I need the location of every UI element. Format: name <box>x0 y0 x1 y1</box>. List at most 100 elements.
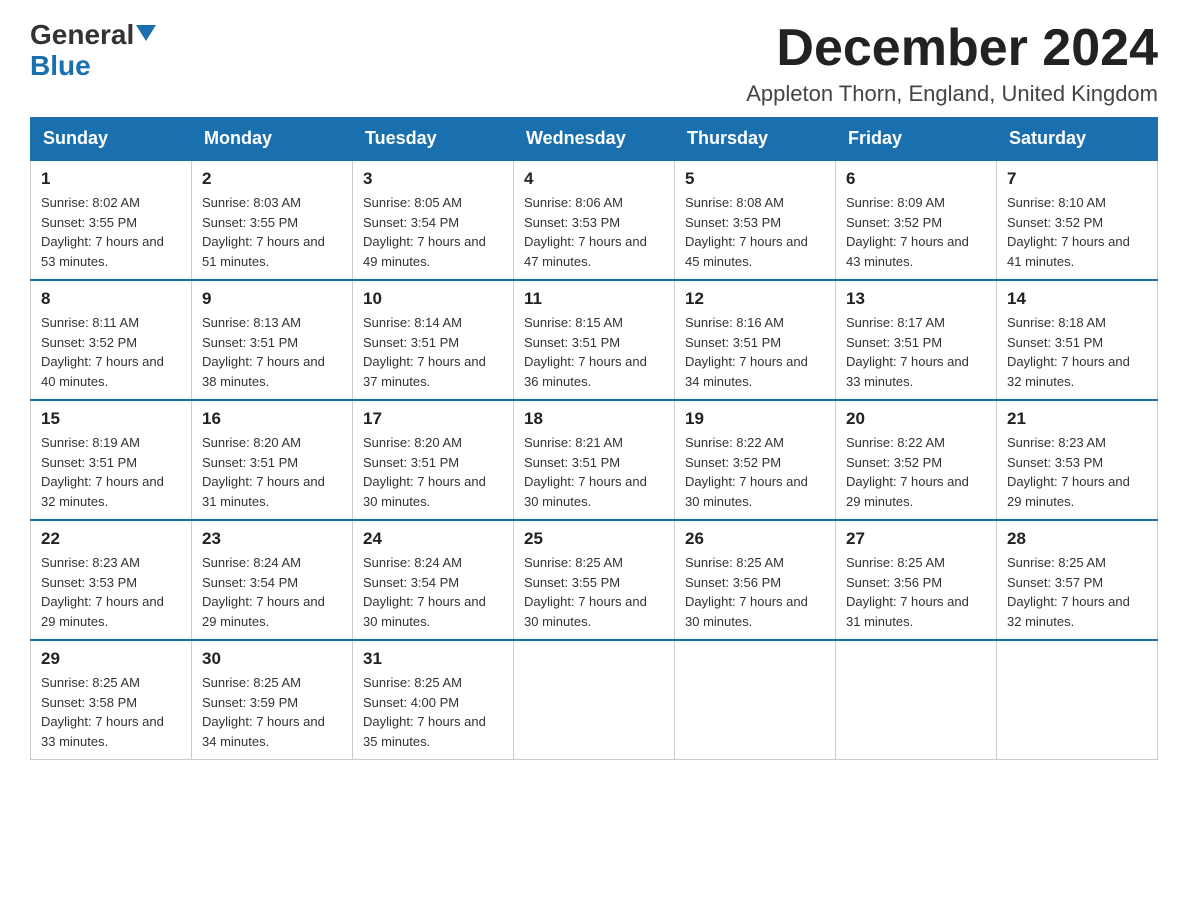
day-cell-3: 3Sunrise: 8:05 AMSunset: 3:54 PMDaylight… <box>353 160 514 280</box>
day-info-10: Sunrise: 8:14 AMSunset: 3:51 PMDaylight:… <box>363 313 503 391</box>
empty-cell-week5-day5 <box>836 640 997 760</box>
weekday-header-tuesday: Tuesday <box>353 118 514 161</box>
day-number-6: 6 <box>846 169 986 189</box>
day-number-22: 22 <box>41 529 181 549</box>
day-cell-21: 21 Sunrise: 8:23 AMSunset: 3:53 PMDayligh… <box>997 400 1158 520</box>
day-number-20: 20 <box>846 409 986 429</box>
day-number-23: 23 <box>202 529 342 549</box>
day-cell-18: 18Sunrise: 8:21 AMSunset: 3:51 PMDayligh… <box>514 400 675 520</box>
day-number-9: 9 <box>202 289 342 309</box>
day-number-14: 14 <box>1007 289 1147 309</box>
calendar-table: SundayMondayTuesdayWednesdayThursdayFrid… <box>30 117 1158 760</box>
day-info-3: Sunrise: 8:05 AMSunset: 3:54 PMDaylight:… <box>363 193 503 271</box>
day-cell-19: 19Sunrise: 8:22 AMSunset: 3:52 PMDayligh… <box>675 400 836 520</box>
weekday-header-row: SundayMondayTuesdayWednesdayThursdayFrid… <box>31 118 1158 161</box>
day-info-28: Sunrise: 8:25 AMSunset: 3:57 PMDaylight:… <box>1007 553 1147 631</box>
day-number-28: 28 <box>1007 529 1147 549</box>
day-cell-20: 20 Sunrise: 8:22 AMSunset: 3:52 PMDayligh… <box>836 400 997 520</box>
day-cell-29: 29Sunrise: 8:25 AMSunset: 3:58 PMDayligh… <box>31 640 192 760</box>
logo-general: General <box>30 19 134 50</box>
day-info-11: Sunrise: 8:15 AMSunset: 3:51 PMDaylight:… <box>524 313 664 391</box>
location: Appleton Thorn, England, United Kingdom <box>746 81 1158 107</box>
day-info-22: Sunrise: 8:23 AMSunset: 3:53 PMDaylight:… <box>41 553 181 631</box>
day-cell-6: 6Sunrise: 8:09 AMSunset: 3:52 PMDaylight… <box>836 160 997 280</box>
day-number-24: 24 <box>363 529 503 549</box>
logo-triangle-icon <box>136 25 156 41</box>
logo-text: General Blue <box>30 20 156 82</box>
day-cell-25: 25Sunrise: 8:25 AMSunset: 3:55 PMDayligh… <box>514 520 675 640</box>
day-info-27: Sunrise: 8:25 AMSunset: 3:56 PMDaylight:… <box>846 553 986 631</box>
day-number-21: 21 <box>1007 409 1147 429</box>
day-number-30: 30 <box>202 649 342 669</box>
weekday-header-saturday: Saturday <box>997 118 1158 161</box>
weekday-header-monday: Monday <box>192 118 353 161</box>
week-row-3: 15 Sunrise: 8:19 AMSunset: 3:51 PMDayligh… <box>31 400 1158 520</box>
day-cell-17: 17 Sunrise: 8:20 AMSunset: 3:51 PMDayligh… <box>353 400 514 520</box>
week-row-5: 29Sunrise: 8:25 AMSunset: 3:58 PMDayligh… <box>31 640 1158 760</box>
day-number-17: 17 <box>363 409 503 429</box>
day-info-20: Sunrise: 8:22 AMSunset: 3:52 PMDaylight:… <box>846 433 986 511</box>
day-info-16: Sunrise: 8:20 AMSunset: 3:51 PMDaylight:… <box>202 433 342 511</box>
weekday-header-friday: Friday <box>836 118 997 161</box>
day-number-18: 18 <box>524 409 664 429</box>
weekday-header-wednesday: Wednesday <box>514 118 675 161</box>
weekday-header-thursday: Thursday <box>675 118 836 161</box>
day-number-4: 4 <box>524 169 664 189</box>
day-cell-24: 24Sunrise: 8:24 AMSunset: 3:54 PMDayligh… <box>353 520 514 640</box>
week-row-1: 1 Sunrise: 8:02 AMSunset: 3:55 PMDaylight… <box>31 160 1158 280</box>
day-info-7: Sunrise: 8:10 AMSunset: 3:52 PMDaylight:… <box>1007 193 1147 271</box>
logo: General Blue <box>30 20 156 82</box>
day-cell-7: 7 Sunrise: 8:10 AMSunset: 3:52 PMDaylight… <box>997 160 1158 280</box>
day-cell-31: 31Sunrise: 8:25 AMSunset: 4:00 PMDayligh… <box>353 640 514 760</box>
day-number-2: 2 <box>202 169 342 189</box>
day-number-26: 26 <box>685 529 825 549</box>
weekday-header-sunday: Sunday <box>31 118 192 161</box>
day-info-1: Sunrise: 8:02 AMSunset: 3:55 PMDaylight:… <box>41 193 181 271</box>
day-cell-5: 5Sunrise: 8:08 AMSunset: 3:53 PMDaylight… <box>675 160 836 280</box>
day-cell-11: 11 Sunrise: 8:15 AMSunset: 3:51 PMDayligh… <box>514 280 675 400</box>
day-number-1: 1 <box>41 169 181 189</box>
day-number-15: 15 <box>41 409 181 429</box>
day-cell-14: 14 Sunrise: 8:18 AMSunset: 3:51 PMDayligh… <box>997 280 1158 400</box>
day-info-13: Sunrise: 8:17 AMSunset: 3:51 PMDaylight:… <box>846 313 986 391</box>
day-cell-27: 27 Sunrise: 8:25 AMSunset: 3:56 PMDayligh… <box>836 520 997 640</box>
day-cell-8: 8Sunrise: 8:11 AMSunset: 3:52 PMDaylight… <box>31 280 192 400</box>
day-cell-28: 28 Sunrise: 8:25 AMSunset: 3:57 PMDayligh… <box>997 520 1158 640</box>
day-cell-4: 4 Sunrise: 8:06 AMSunset: 3:53 PMDaylight… <box>514 160 675 280</box>
day-number-11: 11 <box>524 289 664 309</box>
empty-cell-week5-day3 <box>514 640 675 760</box>
day-info-12: Sunrise: 8:16 AMSunset: 3:51 PMDaylight:… <box>685 313 825 391</box>
month-title: December 2024 <box>746 20 1158 77</box>
day-info-2: Sunrise: 8:03 AMSunset: 3:55 PMDaylight:… <box>202 193 342 271</box>
day-cell-30: 30Sunrise: 8:25 AMSunset: 3:59 PMDayligh… <box>192 640 353 760</box>
day-number-12: 12 <box>685 289 825 309</box>
day-number-7: 7 <box>1007 169 1147 189</box>
day-info-26: Sunrise: 8:25 AMSunset: 3:56 PMDaylight:… <box>685 553 825 631</box>
day-cell-16: 16 Sunrise: 8:20 AMSunset: 3:51 PMDayligh… <box>192 400 353 520</box>
day-info-21: Sunrise: 8:23 AMSunset: 3:53 PMDaylight:… <box>1007 433 1147 511</box>
empty-cell-week5-day6 <box>997 640 1158 760</box>
day-cell-22: 22 Sunrise: 8:23 AMSunset: 3:53 PMDayligh… <box>31 520 192 640</box>
title-section: December 2024 Appleton Thorn, England, U… <box>746 20 1158 107</box>
day-info-17: Sunrise: 8:20 AMSunset: 3:51 PMDaylight:… <box>363 433 503 511</box>
day-number-19: 19 <box>685 409 825 429</box>
day-info-4: Sunrise: 8:06 AMSunset: 3:53 PMDaylight:… <box>524 193 664 271</box>
day-number-16: 16 <box>202 409 342 429</box>
day-cell-26: 26 Sunrise: 8:25 AMSunset: 3:56 PMDayligh… <box>675 520 836 640</box>
day-info-23: Sunrise: 8:24 AMSunset: 3:54 PMDaylight:… <box>202 553 342 631</box>
day-number-29: 29 <box>41 649 181 669</box>
day-cell-12: 12 Sunrise: 8:16 AMSunset: 3:51 PMDayligh… <box>675 280 836 400</box>
day-info-9: Sunrise: 8:13 AMSunset: 3:51 PMDaylight:… <box>202 313 342 391</box>
day-cell-10: 10Sunrise: 8:14 AMSunset: 3:51 PMDayligh… <box>353 280 514 400</box>
day-number-8: 8 <box>41 289 181 309</box>
day-cell-13: 13 Sunrise: 8:17 AMSunset: 3:51 PMDayligh… <box>836 280 997 400</box>
day-number-13: 13 <box>846 289 986 309</box>
day-info-14: Sunrise: 8:18 AMSunset: 3:51 PMDaylight:… <box>1007 313 1147 391</box>
day-info-15: Sunrise: 8:19 AMSunset: 3:51 PMDaylight:… <box>41 433 181 511</box>
day-cell-23: 23 Sunrise: 8:24 AMSunset: 3:54 PMDayligh… <box>192 520 353 640</box>
day-cell-2: 2 Sunrise: 8:03 AMSunset: 3:55 PMDaylight… <box>192 160 353 280</box>
day-info-31: Sunrise: 8:25 AMSunset: 4:00 PMDaylight:… <box>363 673 503 751</box>
day-info-25: Sunrise: 8:25 AMSunset: 3:55 PMDaylight:… <box>524 553 664 631</box>
day-number-27: 27 <box>846 529 986 549</box>
week-row-4: 22 Sunrise: 8:23 AMSunset: 3:53 PMDayligh… <box>31 520 1158 640</box>
